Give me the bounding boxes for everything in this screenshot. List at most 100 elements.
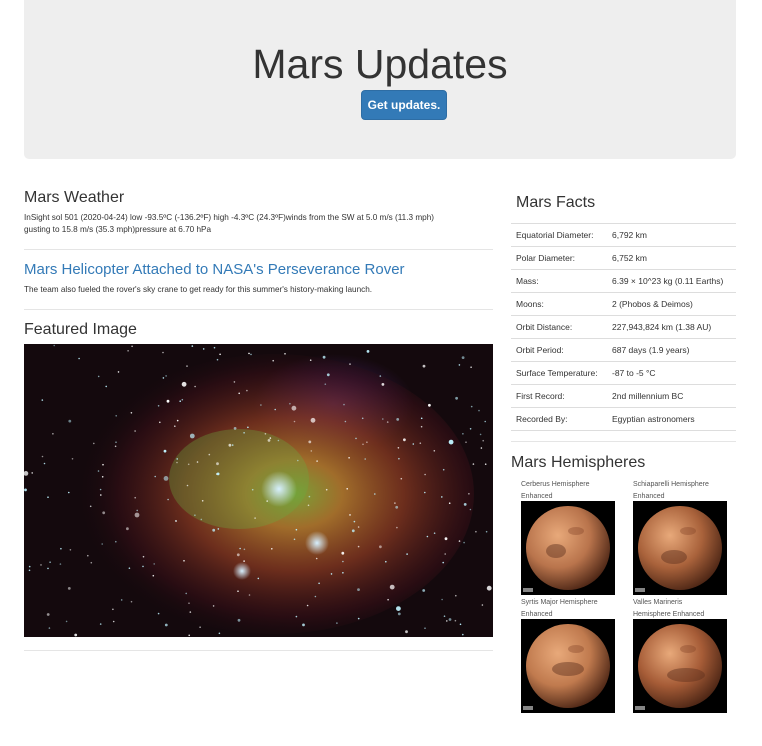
star (200, 518, 203, 521)
hemisphere-title: Schiaparelli Hemisphere Enhanced (633, 479, 733, 502)
star (289, 402, 291, 405)
star (46, 613, 50, 616)
star (166, 399, 170, 403)
star (246, 389, 248, 392)
star (90, 561, 93, 564)
star (481, 604, 484, 606)
star (233, 381, 236, 383)
star (468, 493, 470, 495)
divider (24, 249, 493, 250)
star (248, 352, 250, 355)
featured-image (24, 344, 493, 637)
star (216, 462, 219, 466)
star (310, 417, 316, 423)
star (157, 405, 160, 407)
star (406, 553, 408, 555)
star (295, 615, 298, 618)
star (68, 491, 70, 494)
star (134, 496, 136, 499)
star (316, 460, 318, 462)
star (349, 363, 351, 365)
star (130, 412, 133, 414)
star (355, 437, 357, 440)
star (309, 359, 312, 361)
star (272, 359, 274, 362)
fact-label: Polar Diameter: (511, 246, 607, 270)
star (325, 488, 328, 491)
star (269, 437, 272, 439)
star (233, 427, 237, 430)
star (216, 358, 219, 361)
star (326, 373, 330, 377)
star (31, 472, 33, 474)
star (274, 408, 276, 411)
star (154, 475, 156, 478)
fact-value: 227,943,824 km (1.38 AU) (607, 315, 736, 339)
star (48, 627, 51, 629)
star (307, 504, 310, 507)
star (277, 439, 280, 442)
star (112, 620, 115, 623)
star (387, 598, 389, 601)
star (330, 573, 333, 575)
star (322, 355, 326, 359)
star (424, 627, 426, 629)
star (394, 502, 396, 504)
star (202, 348, 205, 350)
star (442, 561, 445, 564)
star (69, 549, 72, 551)
hemisphere-title: Syrtis Major Hemisphere Enhanced (521, 597, 621, 620)
star (194, 385, 196, 388)
fact-label: Recorded By: (511, 407, 607, 431)
star (60, 547, 62, 550)
star (374, 493, 376, 495)
star (97, 375, 100, 378)
star (302, 623, 305, 627)
hemisphere-image-syrtis-major[interactable] (521, 619, 615, 713)
star (248, 594, 251, 596)
star (362, 443, 364, 446)
star (379, 545, 382, 549)
star (351, 529, 355, 533)
star (271, 548, 273, 550)
star (385, 560, 387, 563)
star (349, 514, 351, 516)
star (127, 350, 129, 352)
star (159, 421, 161, 424)
news-title-link[interactable]: Mars Helicopter Attached to NASA's Perse… (24, 260, 405, 280)
star (228, 443, 232, 447)
fact-label: Equatorial Diameter: (511, 223, 607, 247)
star (181, 398, 184, 401)
fact-value: 2 (Phobos & Deimos) (607, 292, 736, 316)
star (89, 505, 92, 508)
hemisphere-image-cerberus[interactable] (521, 501, 615, 595)
hemispheres-heading: Mars Hemispheres (511, 454, 646, 471)
star (264, 433, 267, 435)
star (165, 375, 167, 377)
star (405, 630, 408, 634)
star (163, 476, 169, 481)
star (324, 383, 327, 385)
star (448, 502, 451, 504)
hemisphere-image-schiaparelli[interactable] (633, 501, 727, 595)
fact-value: 6,752 km (607, 246, 736, 270)
star (428, 403, 431, 407)
star (357, 588, 360, 591)
star (479, 433, 482, 436)
star (458, 364, 461, 366)
star (403, 438, 406, 442)
star (152, 574, 155, 577)
get-updates-button[interactable]: Get updates. (361, 90, 447, 120)
fact-label: Orbit Distance: (511, 315, 607, 339)
star (194, 514, 196, 516)
star (237, 618, 241, 622)
star (314, 595, 317, 598)
star (469, 428, 472, 430)
star (341, 551, 345, 555)
facts-heading: Mars Facts (516, 194, 596, 211)
star (208, 453, 211, 456)
star (484, 463, 487, 465)
hemisphere-image-valles-marineris[interactable] (633, 619, 727, 713)
star (250, 353, 252, 356)
star (115, 540, 117, 543)
